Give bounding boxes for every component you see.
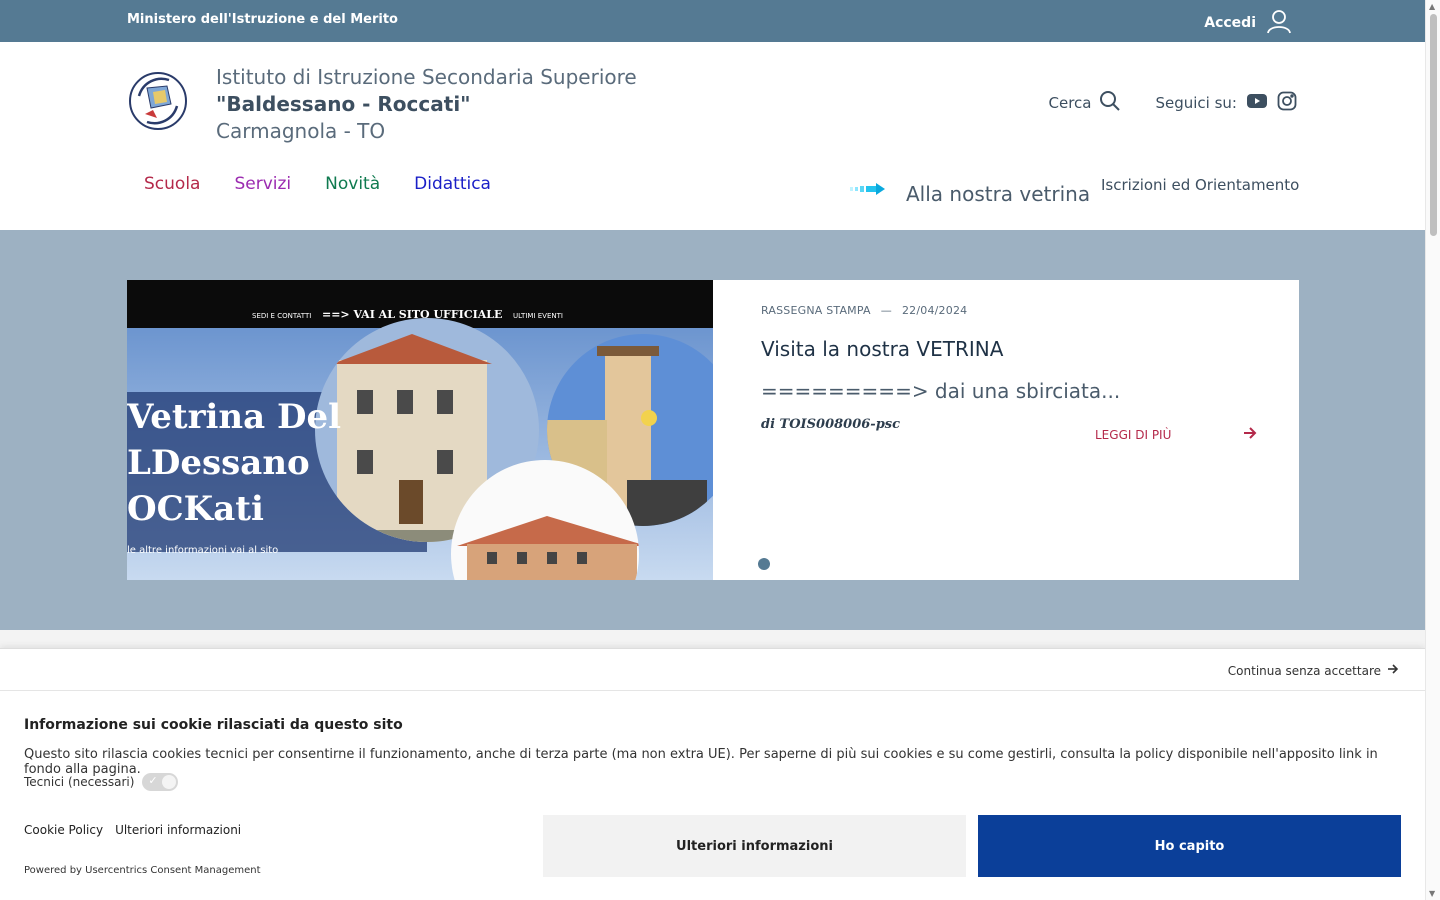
image-caption: le altre informazioni vai al sito [127,545,278,556]
page-scrollbar[interactable]: ▲ ▼ [1425,0,1440,900]
image-nav-left: SEDI E CONTATTI [252,312,311,320]
cookie-policy-link[interactable]: Cookie Policy [24,823,103,837]
arrow-right-icon [1387,663,1399,678]
news-card: SEDI E CONTATTI ==> VAI AL SITO UFFICIAL… [127,280,1299,580]
nav-scuola[interactable]: Scuola [127,174,217,194]
nav-didattica[interactable]: Didattica [397,174,508,194]
continue-without-accepting-button[interactable]: Continua senza accettare [1228,663,1399,678]
youtube-icon[interactable] [1247,93,1267,113]
news-meta: RASSEGNA STAMPA — 22/04/2024 [761,304,1251,317]
vetrina-link[interactable]: Alla nostra vetrina [850,174,1090,206]
vetrina-label: Alla nostra vetrina [906,182,1091,206]
read-more-label: LEGGI DI PIÙ [1095,427,1172,442]
school-logo[interactable] [127,70,189,132]
continue-label: Continua senza accettare [1227,663,1381,678]
login-button[interactable]: Accedi [1204,8,1292,38]
news-category[interactable]: RASSEGNA STAMPA [761,304,871,317]
cookie-banner: Continua senza accettare Informazione su… [0,648,1425,900]
main-navigation: Scuola Servizi Novità Didattica [127,174,508,194]
hero-section: SEDI E CONTATTI ==> VAI AL SITO UFFICIAL… [0,230,1425,630]
news-image[interactable]: SEDI E CONTATTI ==> VAI AL SITO UFFICIAL… [127,280,713,580]
school-name-line2: "Baldessano - Roccati" [216,92,471,116]
arrow-right-icon [850,181,886,200]
more-info-link[interactable]: Ulteriori informazioni [115,823,241,837]
meta-separator: — [880,304,892,317]
news-date: 22/04/2024 [901,304,968,317]
news-subtitle: =========> dai una sbirciata... [761,379,1121,403]
school-name[interactable]: Istituto di Istruzione Secondaria Superi… [216,64,637,145]
nav-novita[interactable]: Novità [308,174,397,194]
image-title-line1: Vetrina Del [127,397,341,437]
school-name-line1: Istituto di Istruzione Secondaria Superi… [216,65,637,89]
search-icon [1099,90,1121,116]
cookie-links: Cookie Policy Ulteriori informazioni [24,823,241,837]
site-header: Istituto di Istruzione Secondaria Superi… [0,42,1425,230]
technical-cookies-toggle[interactable]: ✓ [142,773,179,791]
social-links: Seguici su: [1155,91,1297,115]
image-title-line2: LDessano [127,443,310,483]
news-title[interactable]: Visita la nostra VETRINA [761,337,1251,361]
image-title-line3: OCKati [127,489,264,529]
technical-cookies-label: Tecnici (necessari) [24,775,135,789]
powered-by[interactable]: Powered by Usercentrics Consent Manageme… [24,865,261,876]
check-icon: ✓ [148,774,158,787]
more-info-button[interactable]: Ulteriori informazioni [543,815,966,877]
scroll-down-icon[interactable]: ▼ [1429,889,1435,898]
content-background [0,630,1425,650]
arrow-right-icon [1243,426,1257,443]
top-bar: Ministero dell'Istruzione e del Merito A… [0,0,1425,42]
read-more-link[interactable]: LEGGI DI PIÙ [1095,426,1257,443]
toggle-knob [162,775,177,789]
scrollbar-thumb[interactable] [1430,14,1437,236]
accept-button[interactable]: Ho capito [978,815,1401,877]
cookie-banner-topline: Continua senza accettare [0,649,1425,691]
nav-servizi[interactable]: Servizi [217,174,308,194]
follow-label: Seguici su: [1155,94,1237,112]
search-label: Cerca [1048,94,1092,112]
cookie-description: Questo sito rilascia cookies tecnici per… [24,747,1378,777]
carousel-dot[interactable] [758,558,770,570]
ministry-link[interactable]: Ministero dell'Istruzione e del Merito [127,12,398,27]
cookie-technical-row: Tecnici (necessari) ✓ [24,773,179,791]
school-name-line3: Carmagnola - TO [216,119,386,143]
news-card-body: RASSEGNA STAMPA — 22/04/2024 Visita la nos… [713,280,1299,580]
cookie-title: Informazione sui cookie rilasciati da qu… [24,717,403,733]
header-tools: Cerca Seguici su: [1049,90,1298,116]
iscrizioni-link[interactable]: Iscrizioni ed Orientamento [1101,176,1299,194]
login-label: Accedi [1204,15,1256,31]
instagram-icon[interactable] [1277,91,1297,115]
search-button[interactable]: Cerca [1049,90,1122,116]
scroll-up-icon[interactable]: ▲ [1429,2,1435,11]
user-icon [1266,8,1292,38]
image-nav-right: ULTIMI EVENTI [513,312,563,320]
